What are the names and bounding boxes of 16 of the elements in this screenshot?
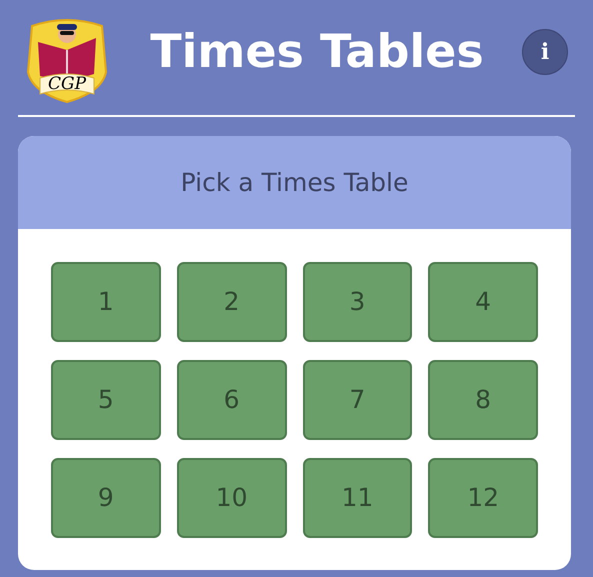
times-table-button[interactable]: 11 xyxy=(302,458,412,538)
app-title: Times Tables xyxy=(150,23,484,79)
times-table-button[interactable]: 8 xyxy=(428,360,538,440)
times-table-button[interactable]: 4 xyxy=(428,262,538,342)
times-table-button[interactable]: 12 xyxy=(428,458,538,538)
times-table-button[interactable]: 2 xyxy=(176,262,286,342)
times-table-button[interactable]: 6 xyxy=(176,360,286,440)
times-table-button[interactable]: 7 xyxy=(302,360,412,440)
times-table-button[interactable]: 5 xyxy=(51,360,161,440)
logo-text: CGP xyxy=(48,74,86,94)
times-table-button[interactable]: 9 xyxy=(51,458,161,538)
times-table-button[interactable]: 3 xyxy=(302,262,412,342)
times-table-button[interactable]: 10 xyxy=(176,458,286,538)
times-table-button[interactable]: 1 xyxy=(51,262,161,342)
info-button[interactable]: i xyxy=(522,29,568,75)
card-heading: Pick a Times Table xyxy=(180,166,408,199)
